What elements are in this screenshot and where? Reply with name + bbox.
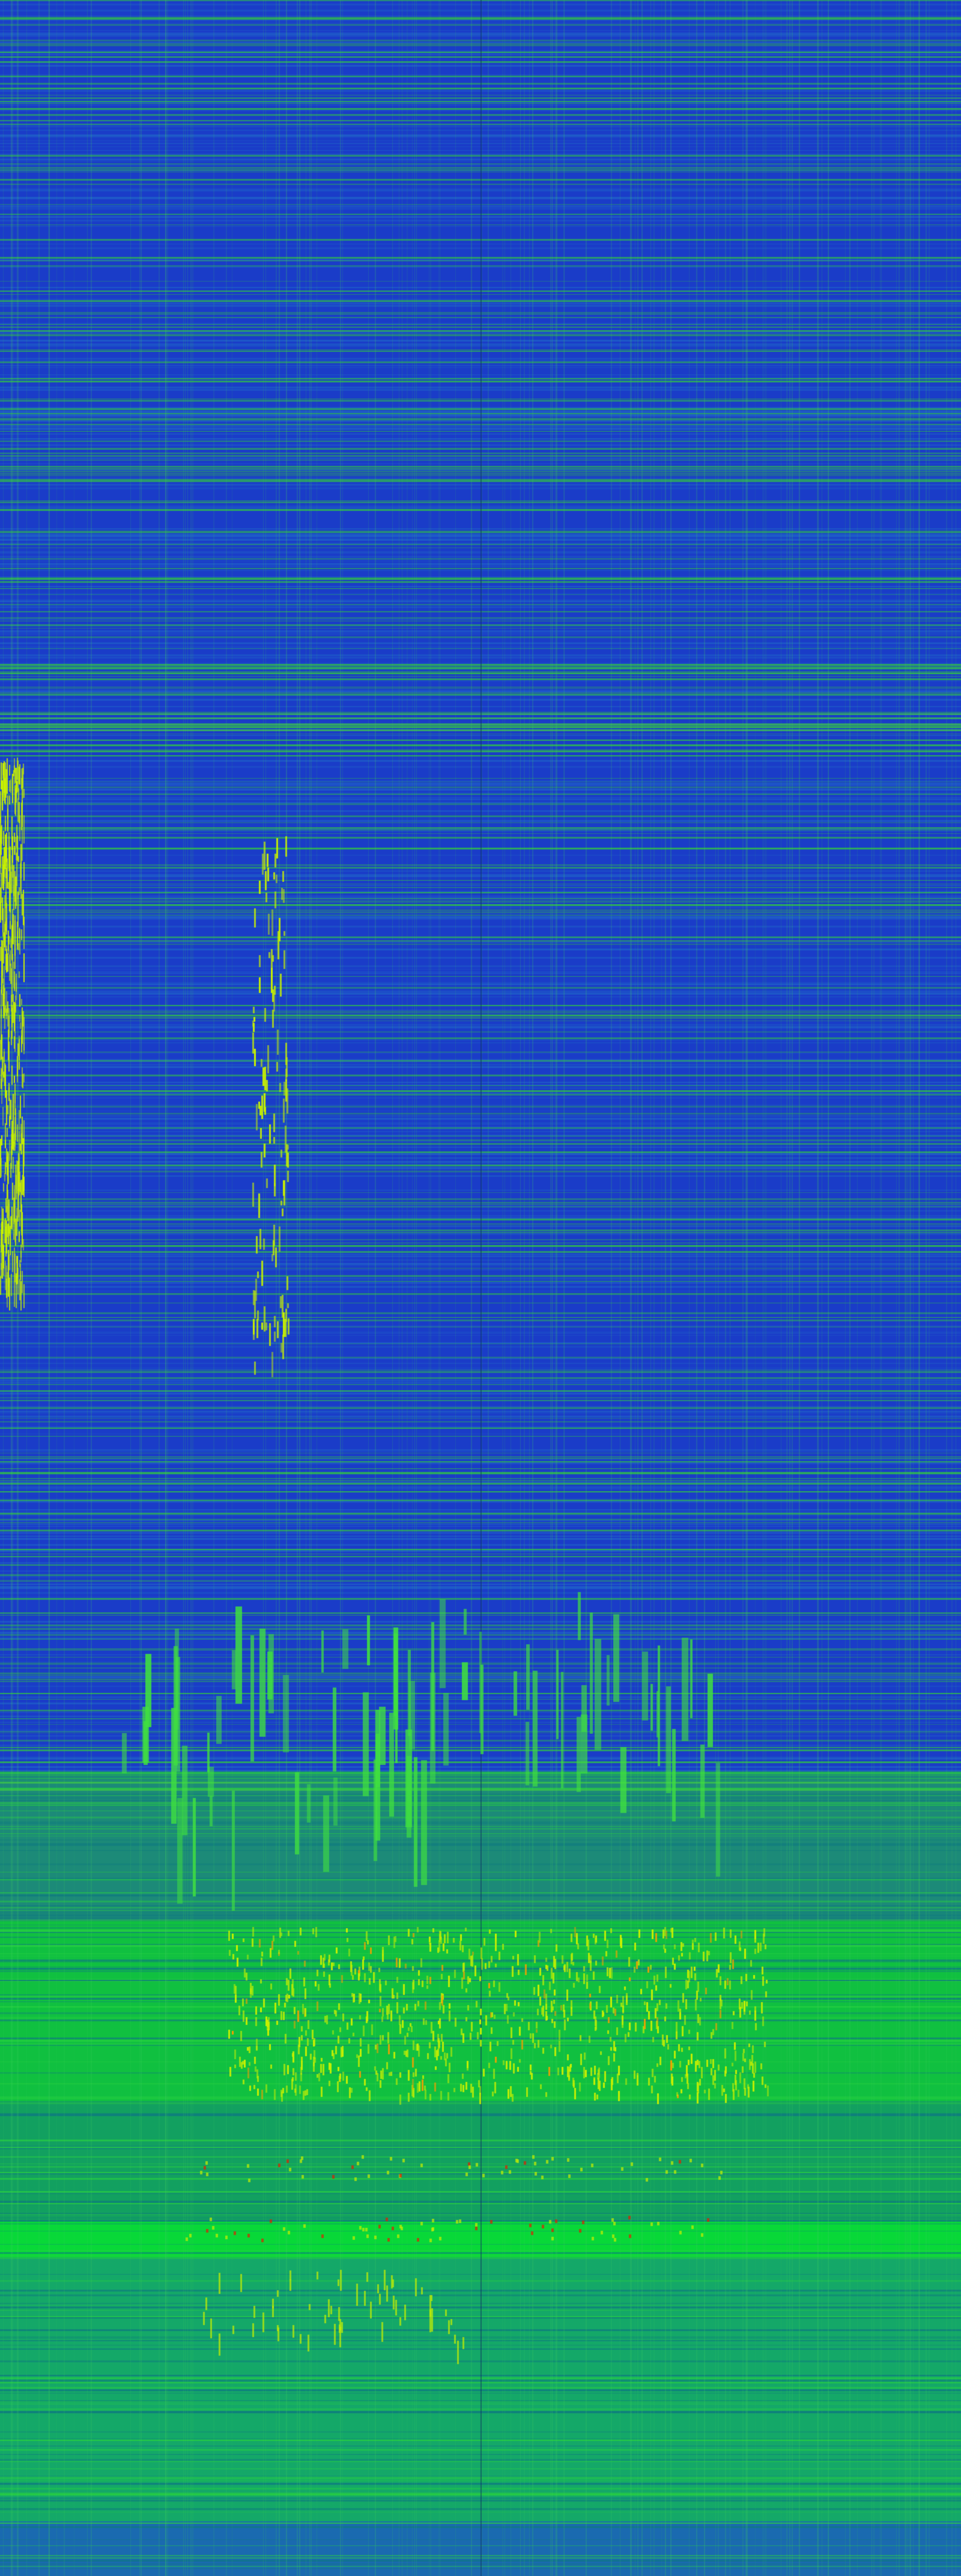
spectrogram-image — [0, 0, 961, 2576]
spectrogram-canvas — [0, 0, 961, 2576]
